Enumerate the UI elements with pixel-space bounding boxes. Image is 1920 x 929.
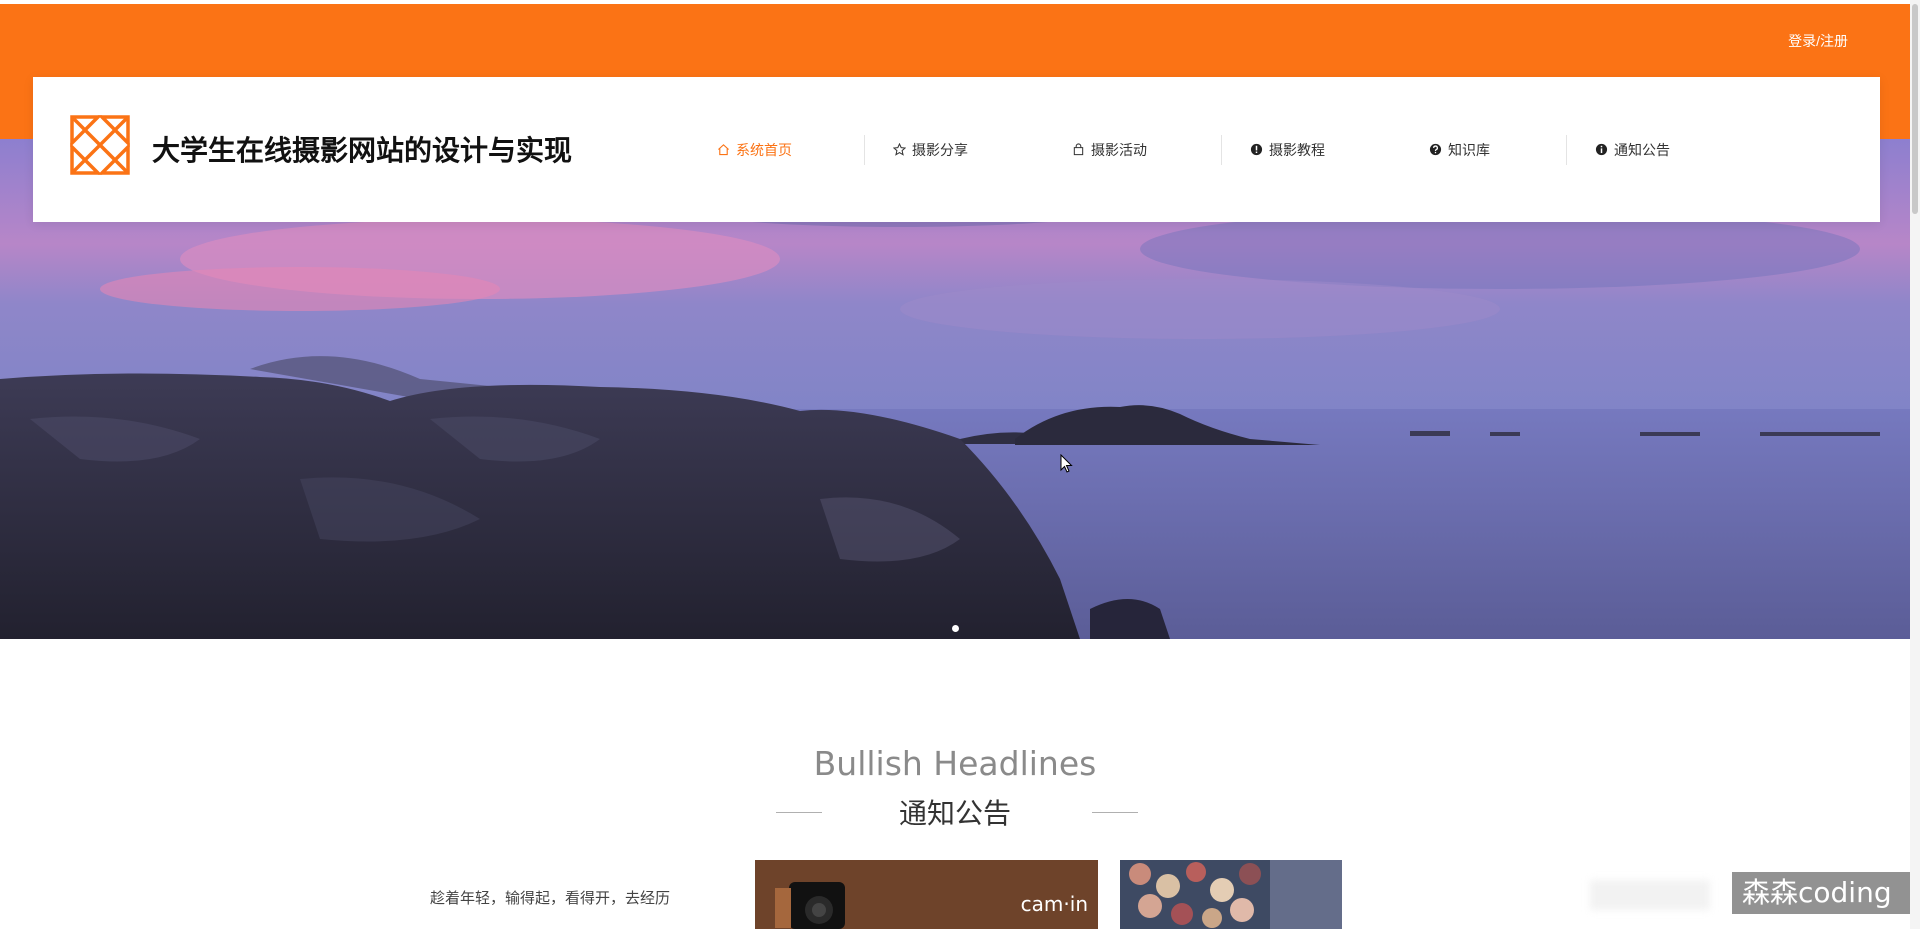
mouse-cursor-icon	[1060, 454, 1073, 473]
news-quote: 趁着年轻，输得起，看得开，去经历	[430, 889, 671, 907]
nav-label: 系统首页	[736, 142, 792, 159]
carousel-dot[interactable]	[952, 625, 959, 632]
home-icon	[718, 144, 729, 156]
nav-label: 通知公告	[1614, 142, 1670, 159]
watermark: 森森coding	[1732, 872, 1910, 914]
flowers-photo-image	[1120, 860, 1342, 929]
info-circle-icon	[1250, 143, 1263, 156]
nav-label: 摄影活动	[1091, 142, 1147, 159]
nav-divider	[1566, 134, 1567, 165]
section-title-cn: 通知公告	[898, 797, 1011, 830]
question-circle-icon	[1429, 143, 1442, 156]
blurred-text	[1590, 880, 1710, 910]
nav-label: 知识库	[1448, 142, 1490, 159]
section-title-en: Bullish Headlines	[813, 744, 1097, 783]
nav-label: 摄影分享	[912, 142, 968, 159]
page-scrollbar[interactable]	[1910, 0, 1920, 929]
nav-item-photo-activity[interactable]: 摄影活动	[1072, 140, 1147, 160]
site-title: 大学生在线摄影网站的设计与实现	[152, 134, 573, 167]
nav-label: 摄影教程	[1269, 142, 1325, 159]
nav-item-home[interactable]: 系统首页	[717, 140, 792, 160]
login-register-link[interactable]: 登录/注册	[1788, 31, 1848, 51]
nav-item-notices[interactable]: 通知公告	[1595, 140, 1670, 160]
nav-divider	[864, 134, 865, 165]
news-card-camera[interactable]: cam·in	[755, 860, 1098, 929]
nav-divider	[1221, 134, 1222, 165]
nav-item-photo-share[interactable]: 摄影分享	[893, 140, 968, 160]
info-circle-icon	[1595, 143, 1608, 156]
nav-item-photo-tutorial[interactable]: 摄影教程	[1250, 140, 1325, 160]
star-icon	[893, 143, 906, 156]
bag-icon	[1073, 143, 1084, 156]
card-caption: cam·in	[1020, 892, 1088, 916]
section-divider-right	[1092, 812, 1138, 813]
main-nav: 系统首页 摄影分享 摄影活动 摄影教程 知识库 通知公告	[673, 77, 1670, 222]
nav-item-knowledge-base[interactable]: 知识库	[1429, 140, 1490, 160]
logo-icon	[70, 115, 130, 175]
scrollbar-thumb[interactable]	[1912, 4, 1918, 214]
news-card-flowers[interactable]	[1120, 860, 1342, 929]
header: 大学生在线摄影网站的设计与实现 系统首页 摄影分享 摄影活动 摄影教程 知识库 …	[33, 77, 1880, 222]
